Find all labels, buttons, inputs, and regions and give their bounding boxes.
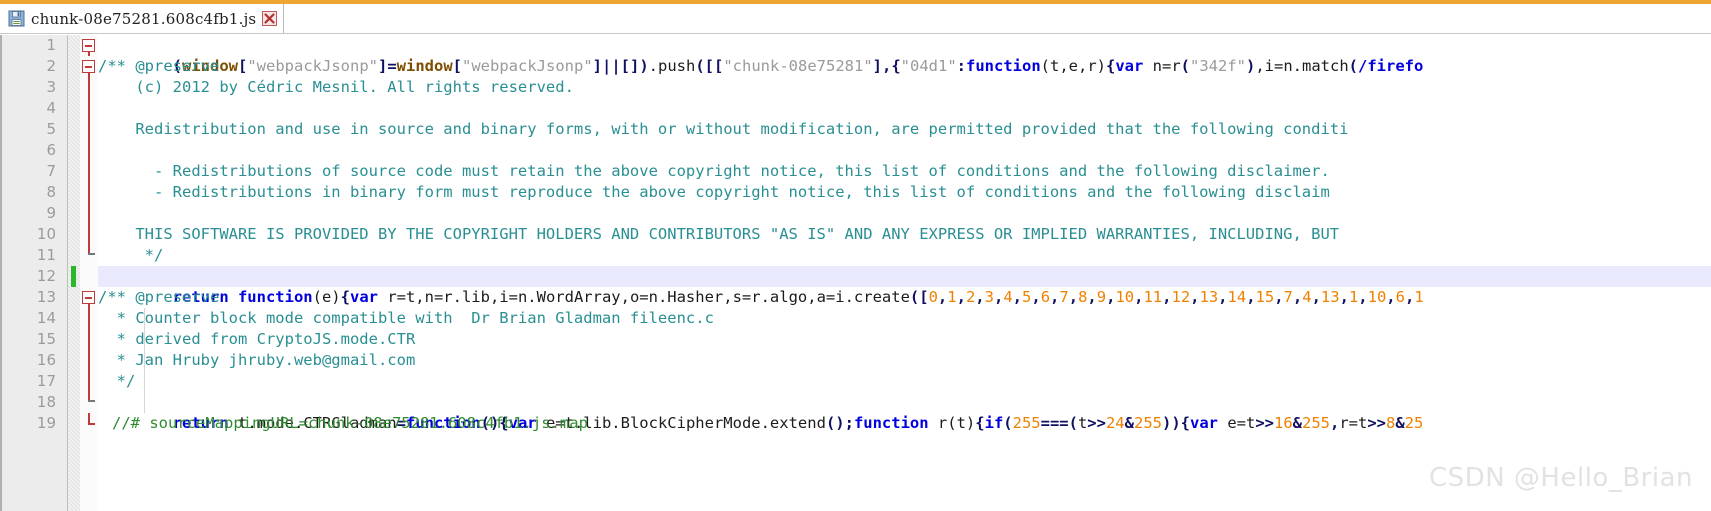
code-line-17[interactable]: */ xyxy=(98,371,136,392)
line-number: 12 xyxy=(36,267,56,285)
code-line-12[interactable]: return function(e){var r=t,n=r.lib,i=n.W… xyxy=(98,266,1424,306)
code-content[interactable]: (window["webpackJsonp"]=window["webpackJ… xyxy=(98,35,1711,511)
line-number: 13 xyxy=(36,288,56,306)
close-icon[interactable] xyxy=(262,11,278,26)
code-line-5[interactable]: Redistribution and use in source and bin… xyxy=(98,119,1348,140)
change-marker[interactable] xyxy=(71,266,76,287)
line-number: 3 xyxy=(46,78,56,96)
line-number: 8 xyxy=(46,183,56,201)
line-number: 5 xyxy=(46,120,56,138)
code-line-15[interactable]: * derived from CryptoJS.mode.CTR xyxy=(98,329,416,350)
code-line-10[interactable]: THIS SOFTWARE IS PROVIDED BY THE COPYRIG… xyxy=(98,224,1339,245)
code-line-18[interactable]: return t.mode.CTRGladman=function(){var … xyxy=(98,392,1424,432)
fold-range-line xyxy=(88,52,90,56)
change-marker-strip[interactable] xyxy=(68,35,80,511)
fold-toggle-icon[interactable] xyxy=(82,60,95,73)
line-number: 10 xyxy=(36,225,56,243)
editor-tab-label: chunk-08e75281.608c4fb1.js xyxy=(31,9,257,28)
line-number: 19 xyxy=(36,414,56,432)
code-line-11[interactable]: */ xyxy=(98,245,164,266)
fold-range-line xyxy=(88,73,90,253)
line-number: 9 xyxy=(46,204,56,222)
fold-toggle-icon[interactable] xyxy=(82,39,95,52)
line-number: 1 xyxy=(46,36,56,54)
save-icon xyxy=(8,10,25,27)
line-number: 15 xyxy=(36,330,56,348)
fold-range-end xyxy=(88,400,95,402)
code-line-19[interactable]: //# sourceMappingURL=chunk-08e75281.608c… xyxy=(98,413,588,434)
code-folding-column[interactable] xyxy=(80,35,98,511)
fold-range-end xyxy=(88,423,95,425)
fold-range-end xyxy=(88,253,95,255)
tab-strip: chunk-08e75281.608c4fb1.js xyxy=(0,4,1711,34)
code-line-16[interactable]: * Jan Hruby jhruby.web@gmail.com xyxy=(98,350,416,371)
fold-toggle-icon[interactable] xyxy=(82,291,95,304)
line-number: 2 xyxy=(46,57,56,75)
editor-body[interactable]: 1 2 3 4 5 6 7 8 9 10 11 12 13 14 15 16 1… xyxy=(0,35,1711,511)
line-number: 4 xyxy=(46,99,56,117)
code-line-1[interactable]: (window["webpackJsonp"]=window["webpackJ… xyxy=(98,35,1424,75)
code-line-3[interactable]: (c) 2012 by Cédric Mesnil. All rights re… xyxy=(98,77,574,98)
fold-range-line xyxy=(88,304,90,400)
editor-tab[interactable]: chunk-08e75281.608c4fb1.js xyxy=(2,4,285,33)
line-number-gutter: 1 2 3 4 5 6 7 8 9 10 11 12 13 14 15 16 1… xyxy=(0,35,68,511)
code-line-14[interactable]: * Counter block mode compatible with Dr … xyxy=(98,308,714,329)
code-editor-window: chunk-08e75281.608c4fb1.js 1 2 3 4 5 6 7… xyxy=(0,0,1711,511)
code-line-2[interactable]: /** @preserve xyxy=(98,56,219,77)
csdn-watermark: CSDN @Hello_Brian xyxy=(1429,463,1693,493)
line-number: 17 xyxy=(36,372,56,390)
code-line-13[interactable]: /** @preserve xyxy=(98,287,219,308)
line-number: 6 xyxy=(46,141,56,159)
line-number: 7 xyxy=(46,162,56,180)
line-number: 16 xyxy=(36,351,56,369)
line-number: 11 xyxy=(36,246,56,264)
line-number: 14 xyxy=(36,309,56,327)
code-line-7[interactable]: - Redistributions of source code must re… xyxy=(98,161,1330,182)
line-number: 18 xyxy=(36,393,56,411)
code-line-8[interactable]: - Redistributions in binary form must re… xyxy=(98,182,1330,203)
